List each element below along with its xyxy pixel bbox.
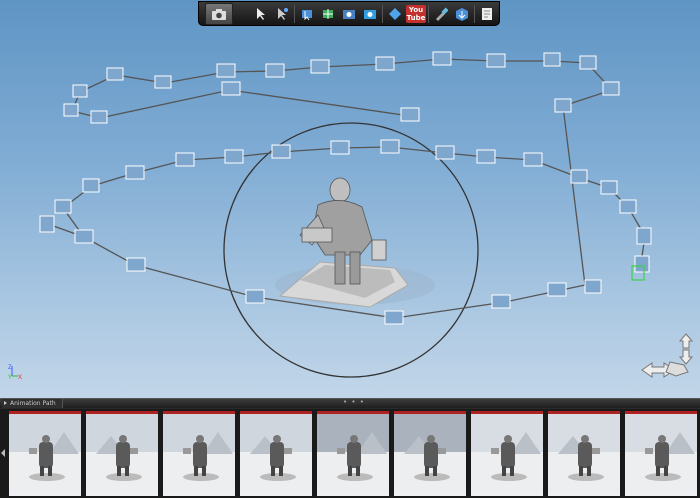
keyframe-thumbnail[interactable]: [317, 411, 389, 496]
down-arrow-icon: [678, 349, 694, 365]
eyedropper-icon[interactable]: [432, 5, 450, 23]
scroll-left-icon[interactable]: [1, 449, 5, 457]
keyframe-thumbnail[interactable]: [625, 411, 697, 496]
keyframe-thumbnail[interactable]: [394, 411, 466, 496]
toolbar-separator: [474, 4, 475, 23]
toolbar-separator: [294, 4, 295, 23]
diamond-keyframe-icon[interactable]: [386, 5, 404, 23]
keyframe-thumbnail[interactable]: [163, 411, 235, 496]
youtube-icon[interactable]: You Tube: [405, 4, 427, 23]
thumbnail-track[interactable]: [0, 409, 700, 498]
resize-grip[interactable]: • • •: [343, 399, 365, 406]
move-camera-icon[interactable]: [319, 5, 337, 23]
up-arrow-icon: [678, 333, 694, 349]
3d-viewport[interactable]: You Tube Z Y X: [0, 0, 700, 398]
navigation-gizmo[interactable]: [640, 332, 696, 386]
keyframe-thumbnail[interactable]: [86, 411, 158, 496]
svg-text:Z: Z: [8, 365, 12, 371]
pick-target-icon[interactable]: [298, 5, 316, 23]
notes-icon[interactable]: [478, 5, 496, 23]
keyframe-thumbnail[interactable]: [548, 411, 620, 496]
keyframe-thumbnail[interactable]: [240, 411, 312, 496]
select-pointer-alt-icon[interactable]: [273, 5, 291, 23]
toolbar-separator: [428, 4, 429, 23]
svg-text:Y: Y: [8, 375, 12, 380]
select-pointer-icon[interactable]: [252, 5, 270, 23]
animation-path-tab[interactable]: Animation Path: [2, 399, 63, 408]
camera-path-icon[interactable]: [340, 5, 358, 23]
snapshot-camera-icon[interactable]: [361, 5, 379, 23]
keyframe-thumbnail[interactable]: [9, 411, 81, 496]
camera-path-scene[interactable]: [0, 0, 700, 398]
camera-icon[interactable]: [205, 2, 233, 25]
toolbar-separator: [382, 4, 383, 23]
export-package-icon[interactable]: [453, 5, 471, 23]
animation-filmstrip: Animation Path • • •: [0, 398, 700, 498]
axis-indicator: Z Y X: [6, 362, 30, 382]
svg-text:X: X: [18, 375, 22, 380]
main-toolbar: You Tube: [198, 1, 500, 26]
filmstrip-header: Animation Path • • •: [0, 399, 700, 408]
keyframe-thumbnail[interactable]: [471, 411, 543, 496]
